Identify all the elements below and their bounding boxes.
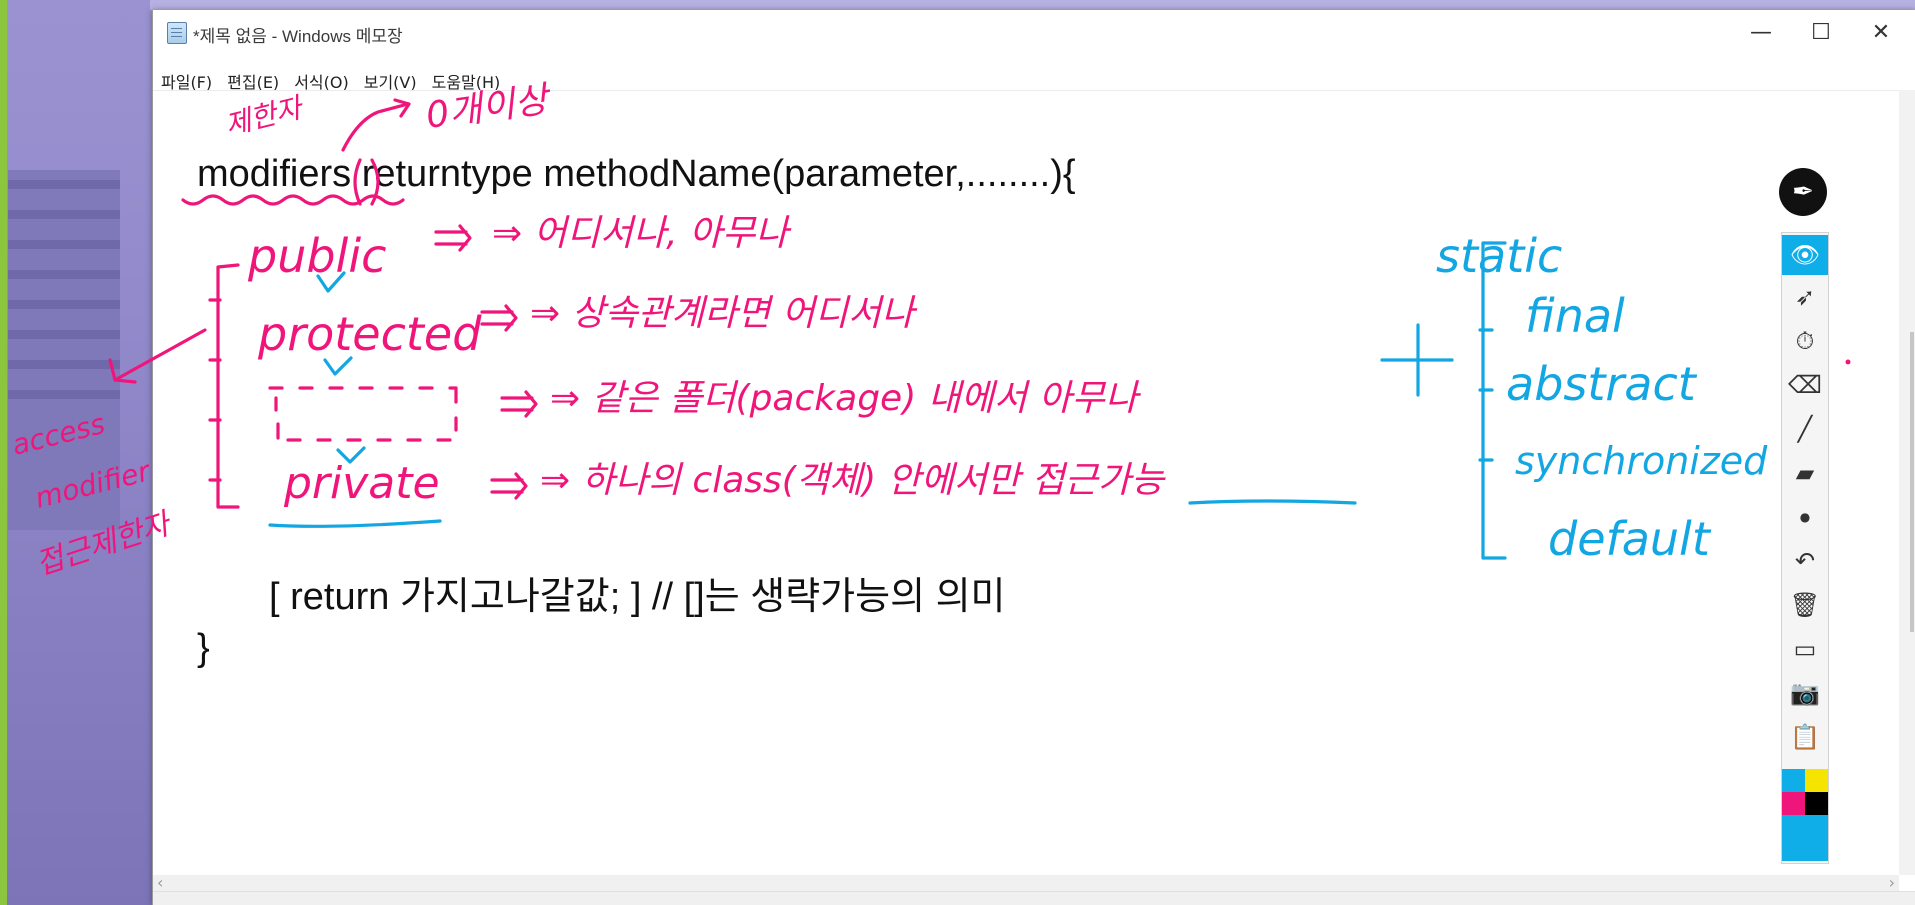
clipboard-icon[interactable]: 📋 — [1782, 717, 1828, 757]
eye-icon[interactable]: 👁 — [1782, 235, 1828, 275]
ink-public: public — [247, 229, 386, 283]
ink-count-note: 0개이상 — [424, 79, 556, 137]
board-icon[interactable]: ▭ — [1782, 629, 1828, 669]
ink-access-label: access — [9, 407, 109, 462]
ink-abstract: abstract — [1506, 357, 1698, 411]
ink-private-meaning: ⇒ 하나의 class(객체) 안에서만 접근가능 — [540, 460, 1166, 501]
ink-access-kr-label: 접근제한자 — [32, 506, 177, 583]
current-color-swatch[interactable] — [1782, 815, 1828, 861]
dot-icon[interactable]: ● — [1782, 497, 1828, 537]
trash-icon[interactable]: 🗑 — [1782, 585, 1828, 625]
ink-protected: protected — [257, 307, 482, 361]
color-swatch-yellow[interactable] — [1805, 769, 1828, 792]
ink-modifier-note: 제한자 — [222, 90, 308, 141]
ink-default-placeholder: (default) — [290, 399, 402, 429]
camera-icon[interactable]: 📷 — [1782, 673, 1828, 713]
pen-toolbar: ✒ 👁 ➶ ⏱ ⌫ ╱ ▰ ● ↶ 🗑 ▭ 📷 📋 — [1779, 168, 1829, 864]
cursor-icon[interactable]: ➶ — [1782, 277, 1828, 317]
eraser-icon[interactable]: ⌫ — [1782, 365, 1828, 405]
color-swatch-pink[interactable] — [1782, 792, 1805, 815]
ink-default-meaning: ⇒ 같은 폴더(package) 내에서 아무나 — [550, 378, 1142, 419]
ink-default: default — [1548, 512, 1712, 566]
color-swatch-blue[interactable] — [1782, 769, 1805, 792]
ink-annotations: 제한자 0개이상 access modifier 접근제한자 public ⇒ … — [9, 0, 1851, 583]
ink-synchronized: synchronized — [1515, 439, 1768, 483]
pen-tool-panel: 👁 ➶ ⏱ ⌫ ╱ ▰ ● ↶ 🗑 ▭ 📷 📋 — [1781, 232, 1829, 864]
ink-static: static — [1436, 229, 1562, 283]
timer-icon[interactable]: ⏱ — [1782, 321, 1828, 361]
pen-logo-icon[interactable]: ✒ — [1779, 168, 1827, 216]
pen-icon[interactable]: ╱ — [1782, 409, 1828, 449]
ink-public-meaning: ⇒ 어디서나, 아무나 — [492, 213, 792, 254]
ink-protected-meaning: ⇒ 상속관계라면 어디서나 — [530, 293, 918, 334]
ink-plus: + — [1396, 0, 1397, 1]
modifiers-underline — [181, 194, 405, 206]
ink-final: final — [1525, 289, 1625, 343]
ink-modifier-label: modifier — [32, 454, 155, 515]
ink-private: private — [283, 458, 440, 509]
color-swatch-black[interactable] — [1805, 792, 1828, 815]
highlighter-icon[interactable]: ▰ — [1782, 453, 1828, 493]
undo-icon[interactable]: ↶ — [1782, 541, 1828, 581]
